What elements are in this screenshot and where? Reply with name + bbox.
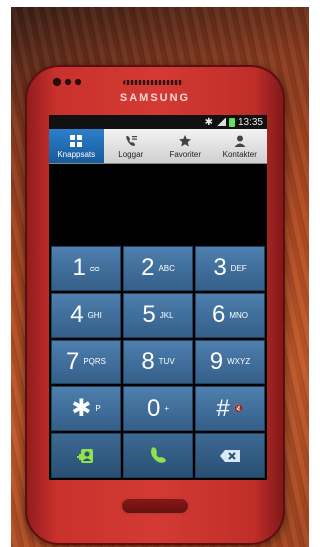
key-digit: 5 (142, 301, 156, 329)
front-camera (53, 78, 61, 86)
key-2[interactable]: 2 ABC (123, 246, 193, 291)
call-log-icon (125, 135, 137, 146)
key-digit: 6 (211, 301, 226, 329)
phone-screen: ✱ 13:35 Knappsats Loggar Favoriter Konta… (49, 115, 267, 480)
key-digit: 9 (209, 347, 224, 375)
call-button[interactable] (123, 433, 193, 478)
light-sensor (75, 79, 81, 85)
add-contact-button[interactable] (51, 433, 121, 478)
key-digit: 2 (141, 254, 155, 282)
key-digit: 4 (70, 301, 84, 329)
phone-body: SAMSUNG ✱ 13:35 Knappsats Loggar Favorit… (25, 65, 285, 545)
brand-logo: SAMSUNG (119, 92, 191, 104)
status-bar: ✱ 13:35 (49, 115, 267, 129)
key-hash[interactable]: # 🔇 (195, 386, 265, 432)
voicemail-icon: ᴑᴑ (89, 263, 100, 273)
tab-label: Favoriter (169, 149, 202, 159)
key-6[interactable]: 6 MNO (195, 292, 265, 338)
bluetooth-icon: ✱ (204, 116, 213, 128)
backspace-icon (220, 449, 240, 462)
dial-keypad: 1 ᴑᴑ 2 ABC 3 DEF 4 GHI 5 JKL 6 MNO 7 PQRS 8 TUV … (51, 246, 265, 478)
tab-label: Kontakter (222, 149, 257, 159)
earpiece-speaker (123, 80, 183, 85)
tab-knappsats[interactable]: Knappsats (49, 129, 104, 163)
tab-favoriter[interactable]: Favoriter (158, 129, 213, 163)
keypad-icon (70, 134, 83, 147)
key-4[interactable]: 4 GHI (51, 292, 121, 338)
battery-icon (228, 117, 235, 127)
key-letters: JKL (159, 310, 174, 320)
tab-loggar[interactable]: Loggar (104, 129, 159, 163)
mute-icon: 🔇 (233, 404, 244, 414)
key-letters: PQRS (83, 357, 107, 367)
number-display (49, 164, 267, 245)
tab-label: Loggar (118, 149, 144, 159)
key-0[interactable]: 0 + (123, 386, 193, 432)
key-5[interactable]: 5 JKL (123, 292, 193, 338)
tab-kontakter[interactable]: Kontakter (213, 129, 268, 163)
key-8[interactable]: 8 TUV (123, 339, 193, 385)
key-letters: WXYZ (227, 357, 251, 367)
key-letters: TUV (158, 357, 175, 367)
photo-background: SAMSUNG ✱ 13:35 Knappsats Loggar Favorit… (11, 7, 309, 547)
contact-icon (234, 135, 246, 147)
key-digit: 3 (213, 254, 227, 282)
key-digit: 8 (141, 347, 155, 375)
key-9[interactable]: 9 WXYZ (195, 339, 265, 385)
backspace-button[interactable] (195, 433, 265, 478)
status-time: 13:35 (237, 116, 263, 128)
key-letters: GHI (87, 310, 102, 320)
call-icon (151, 446, 166, 463)
key-letters: MNO (229, 310, 249, 320)
tab-label: Knappsats (57, 149, 96, 159)
signal-icon (215, 118, 226, 126)
key-digit: 7 (65, 347, 80, 375)
key-digit: 1 (72, 254, 86, 282)
home-button[interactable] (120, 497, 190, 515)
key-1[interactable]: 1 ᴑᴑ (51, 246, 121, 291)
key-digit: ✱ (71, 395, 92, 423)
key-letters: + (164, 404, 170, 414)
key-digit: 0 (146, 394, 161, 422)
dialer-tabs: Knappsats Loggar Favoriter Kontakter (49, 129, 267, 164)
key-star[interactable]: ✱ P (51, 386, 121, 432)
add-contact-icon (77, 448, 93, 463)
key-3[interactable]: 3 DEF (195, 246, 265, 291)
key-letters: DEF (230, 263, 247, 273)
key-digit: # (216, 394, 230, 422)
star-icon (179, 134, 192, 146)
key-7[interactable]: 7 PQRS (51, 339, 121, 385)
key-letters: P (95, 404, 101, 414)
proximity-sensor (65, 79, 71, 85)
key-letters: ABC (158, 263, 175, 273)
